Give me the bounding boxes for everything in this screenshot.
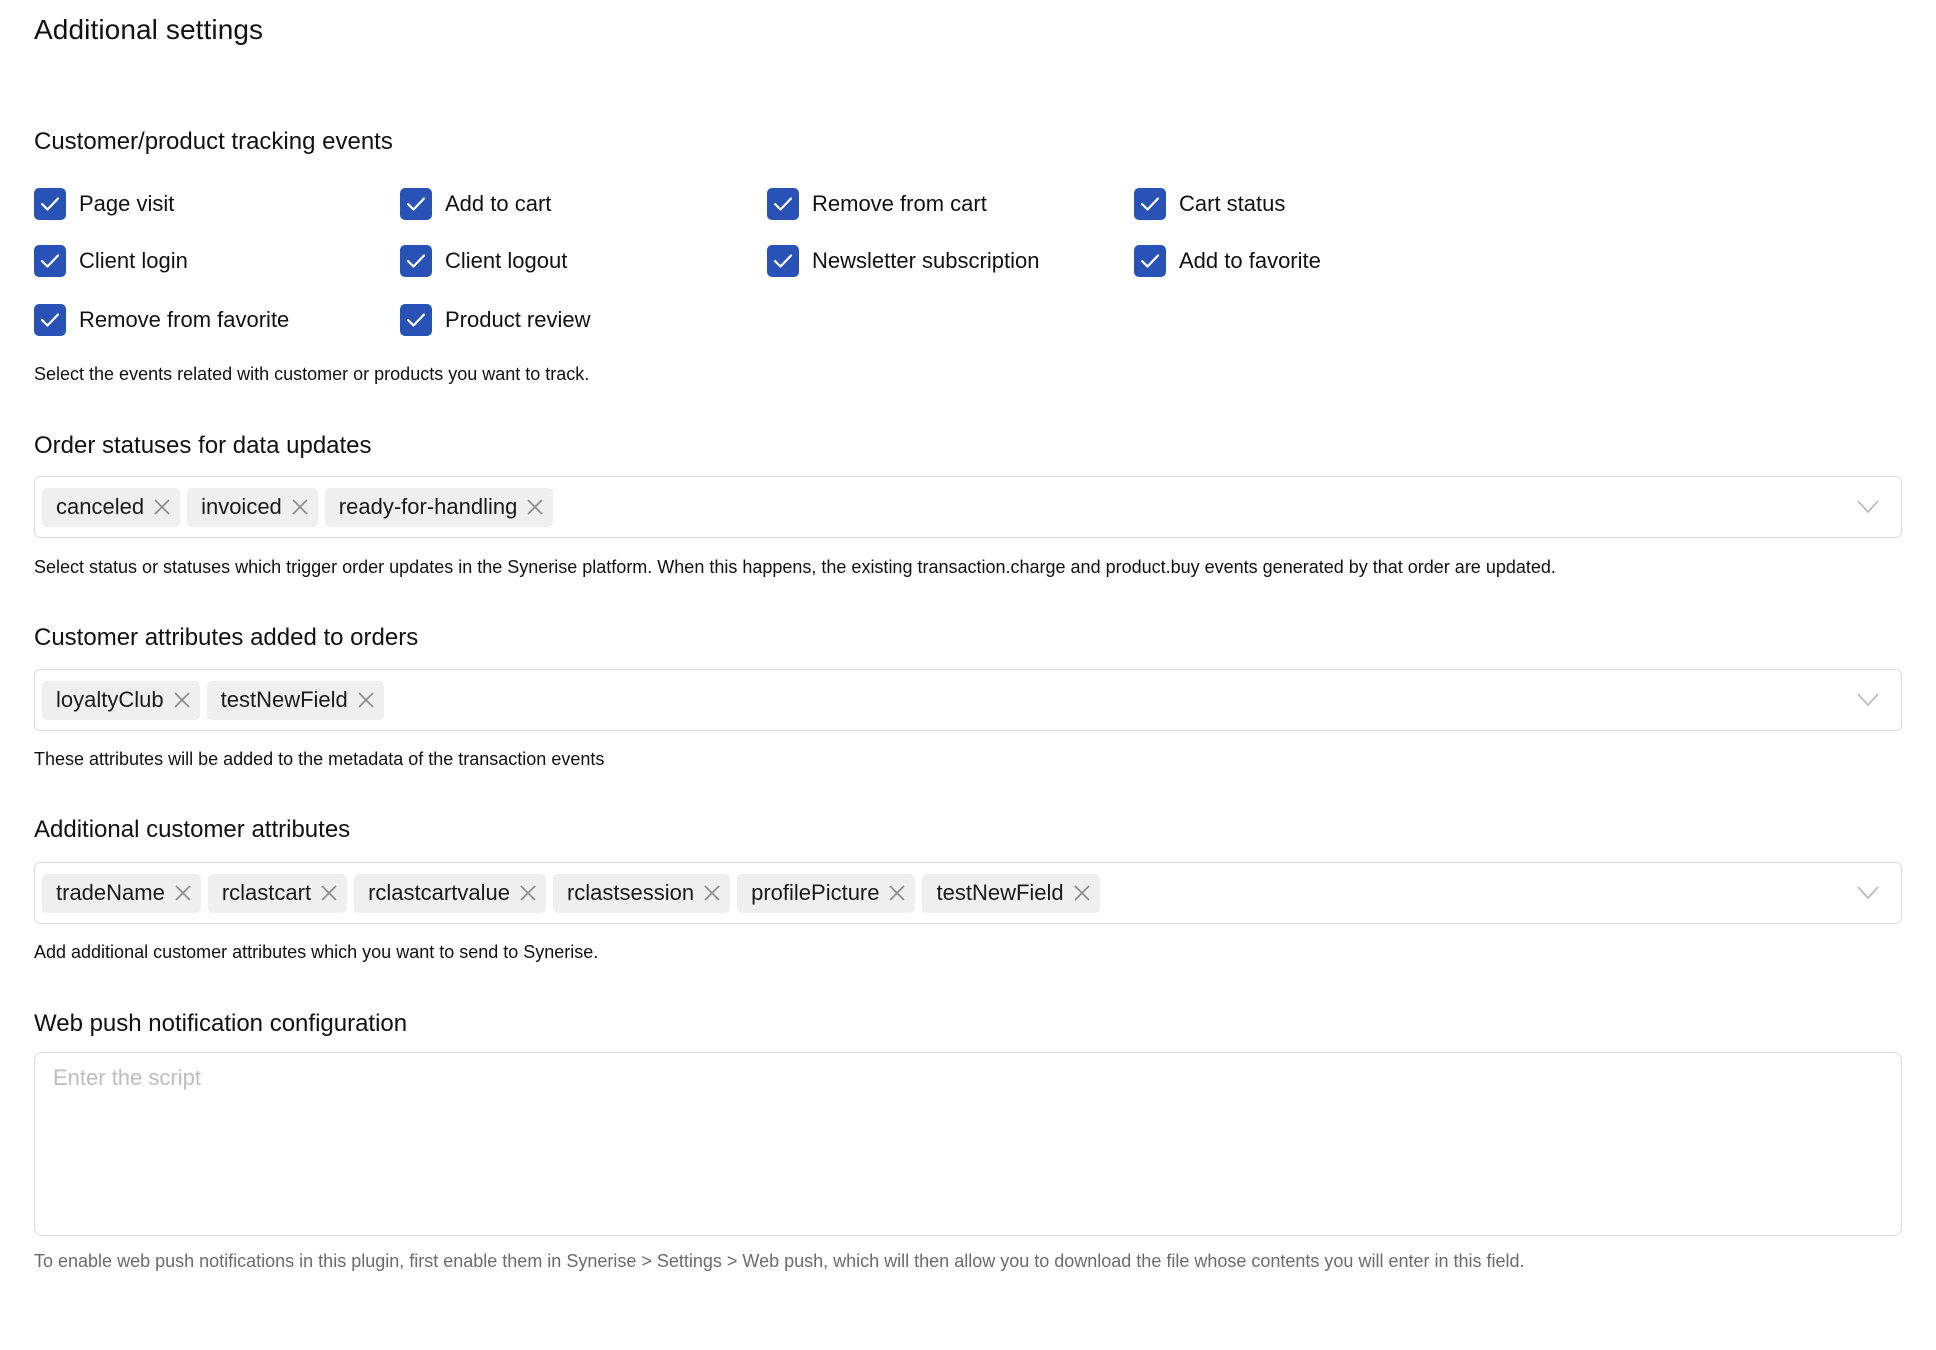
additional-customer-attributes-help: Add additional customer attributes which… [34,942,599,962]
checkbox-checked-icon [400,304,432,336]
checkbox-newsletter-subscription[interactable]: Newsletter subscription [767,245,1039,277]
selected-tag: loyaltyClub [42,680,200,720]
checkbox-label: Page visit [79,191,175,216]
checkbox-remove-from-cart[interactable]: Remove from cart [767,188,987,220]
web-push-title: Web push notification configuration [34,1010,408,1037]
checkbox-checked-icon [1134,245,1166,277]
remove-tag-icon[interactable] [173,883,193,903]
checkbox-label: Cart status [1179,191,1286,216]
customer-attributes-orders-select[interactable]: loyaltyClub testNewField [34,669,1902,731]
tag-label: invoiced [201,494,282,519]
selected-tag: rclastcart [207,873,348,913]
checkbox-label: Add to cart [445,191,552,216]
checkbox-checked-icon [400,188,432,220]
checkbox-client-login[interactable]: Client login [34,245,188,277]
checkbox-add-to-cart[interactable]: Add to cart [400,188,551,220]
checkbox-checked-icon [1134,188,1166,220]
checkbox-product-review[interactable]: Product review [400,304,591,336]
chevron-down-icon[interactable] [1857,500,1879,514]
checkbox-checked-icon [34,245,66,277]
remove-tag-icon[interactable] [356,690,376,710]
tag-label: rclastcart [221,880,312,905]
web-push-help: To enable web push notifications in this… [34,1251,1525,1271]
checkbox-checked-icon [34,304,66,336]
remove-tag-icon[interactable] [525,497,545,517]
selected-tag: tradeName [42,873,201,913]
selected-tag: invoiced [187,487,318,527]
tag-label: testNewField [936,880,1064,905]
order-statuses-select[interactable]: canceled invoiced ready-for-handling [34,476,1902,538]
checkbox-label: Newsletter subscription [812,248,1040,273]
order-statuses-help: Select status or statuses which trigger … [34,557,1556,577]
checkbox-checked-icon [767,245,799,277]
checkbox-cart-status[interactable]: Cart status [1134,188,1285,220]
tag-label: rclastcartvalue [368,880,510,905]
selected-tag: ready-for-handling [324,487,554,527]
tracking-events-title: Customer/product tracking events [34,128,393,155]
tracking-events-help: Select the events related with customer … [34,364,590,384]
chevron-down-icon[interactable] [1857,886,1879,900]
remove-tag-icon[interactable] [172,690,192,710]
checkbox-page-visit[interactable]: Page visit [34,188,174,220]
selected-tag: profilePicture [737,873,916,913]
web-push-script-input[interactable] [34,1052,1902,1236]
remove-tag-icon[interactable] [518,883,538,903]
customer-attributes-orders-help: These attributes will be added to the me… [34,749,605,769]
remove-tag-icon[interactable] [319,883,339,903]
selected-tag: testNewField [206,680,384,720]
tag-label: rclastsession [566,880,695,905]
checkbox-add-to-favorite[interactable]: Add to favorite [1134,245,1321,277]
customer-attributes-orders-title: Customer attributes added to orders [34,624,419,651]
tag-label: loyaltyClub [56,687,164,712]
selected-tag: canceled [42,487,181,527]
checkbox-label: Remove from favorite [79,307,290,332]
checkbox-label: Remove from cart [812,191,987,216]
checkbox-label: Client logout [445,248,568,273]
selected-tag: testNewField [922,873,1100,913]
checkbox-checked-icon [767,188,799,220]
checkbox-client-logout[interactable]: Client logout [400,245,567,277]
checkbox-remove-from-favorite[interactable]: Remove from favorite [34,304,289,336]
additional-customer-attributes-title: Additional customer attributes [34,816,351,843]
tag-label: ready-for-handling [338,494,518,519]
selected-tag: rclastsession [552,873,731,913]
checkbox-checked-icon [34,188,66,220]
remove-tag-icon[interactable] [152,497,172,517]
page-title: Additional settings [34,14,264,45]
remove-tag-icon[interactable] [290,497,310,517]
checkbox-checked-icon [400,245,432,277]
remove-tag-icon[interactable] [1072,883,1092,903]
additional-customer-attributes-select[interactable]: tradeName rclastcart rclastcartvalue rclast… [34,862,1902,924]
chevron-down-icon[interactable] [1857,693,1879,707]
checkbox-label: Product review [445,307,591,332]
remove-tag-icon[interactable] [887,883,907,903]
selected-tag: rclastcartvalue [354,873,546,913]
checkbox-label: Add to favorite [1179,248,1321,273]
remove-tag-icon[interactable] [702,883,722,903]
tag-label: tradeName [56,880,165,905]
checkbox-label: Client login [79,248,188,273]
tag-label: profilePicture [751,880,880,905]
tag-label: canceled [56,494,145,519]
order-statuses-title: Order statuses for data updates [34,432,372,459]
tag-label: testNewField [220,687,348,712]
